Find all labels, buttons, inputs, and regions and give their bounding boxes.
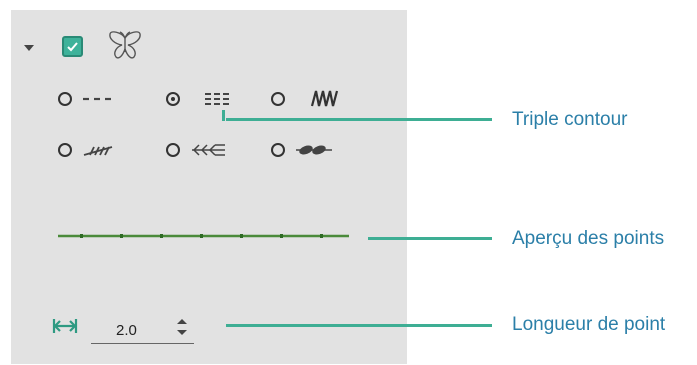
stitch-preview <box>58 234 349 238</box>
slanted-stitch-icon <box>83 146 113 156</box>
stitch-radio-bead[interactable] <box>271 143 285 157</box>
butterfly-icon[interactable] <box>107 30 143 62</box>
callout-triple-contour: Triple contour <box>512 109 628 130</box>
callout-stitch-length: Longueur de point <box>512 314 666 335</box>
stitch-radio-zigzag[interactable] <box>271 92 285 106</box>
callout-leader-stitch-preview <box>368 237 492 240</box>
bead-stitch-icon <box>296 145 332 155</box>
triangle-down-icon[interactable] <box>24 45 34 52</box>
callout-leader-triple-contour-stub <box>222 110 225 121</box>
callout-stitch-preview: Aperçu des points <box>512 228 665 249</box>
stitch-length-value: 2.0 <box>116 322 137 339</box>
arrow-stitch-icon <box>192 144 225 156</box>
callout-leader-stitch-length <box>226 324 492 327</box>
callout-leader-triple-contour <box>226 118 492 121</box>
stitch-radio-triple[interactable] <box>166 92 180 106</box>
enable-checkbox[interactable] <box>62 36 83 57</box>
zigzag-icon <box>310 90 339 107</box>
stitch-settings-panel: 2.0 <box>11 10 407 364</box>
stitch-radio-dashed[interactable] <box>58 92 72 106</box>
triple-line-icon <box>205 93 229 105</box>
stitch-length-spinner[interactable] <box>176 317 188 337</box>
stitch-length-icon <box>52 319 78 333</box>
stitch-radio-arrow[interactable] <box>166 143 180 157</box>
stitch-radio-slanted[interactable] <box>58 143 72 157</box>
check-icon <box>67 42 78 52</box>
dashed-line-icon <box>83 97 111 101</box>
